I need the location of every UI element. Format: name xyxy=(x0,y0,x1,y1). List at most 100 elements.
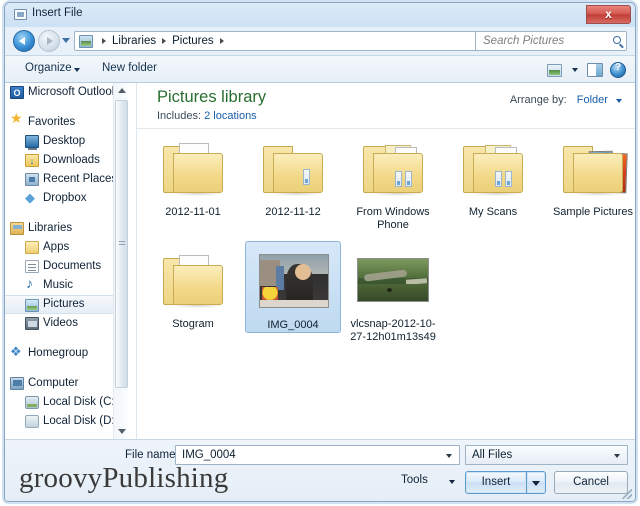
folder-tab-icon xyxy=(303,169,310,185)
sidebar-item-computer[interactable]: Computer xyxy=(5,374,121,393)
breadcrumb-item-pictures[interactable]: Pictures xyxy=(169,35,217,47)
file-type-value: All Files xyxy=(472,449,513,461)
file-thumbnail xyxy=(245,135,341,203)
arrange-label: Arrange by: xyxy=(509,94,567,106)
file-dialog-icon xyxy=(14,9,27,20)
file-name-label: 2012-11-12 xyxy=(265,206,321,218)
documents-icon xyxy=(25,260,39,273)
file-tile[interactable]: IMG_0004 xyxy=(245,241,341,333)
sidebar-scrollbar[interactable] xyxy=(113,83,128,439)
music-icon xyxy=(25,274,39,293)
folder-icon xyxy=(463,143,523,196)
preview-pane-icon[interactable] xyxy=(587,63,603,77)
resize-grip-icon[interactable] xyxy=(622,489,632,499)
breadcrumb-item-libraries[interactable]: Libraries xyxy=(109,35,159,47)
history-dropdown-icon[interactable] xyxy=(62,38,70,43)
sidebar-item-label: Homegroup xyxy=(28,347,89,359)
file-thumbnail xyxy=(545,135,635,203)
title-bar: Insert File x xyxy=(5,3,635,27)
back-button[interactable] xyxy=(13,30,35,52)
sidebar-item-videos[interactable]: Videos xyxy=(5,314,121,333)
sidebar-item-label: Downloads xyxy=(43,154,100,166)
sidebar-item-local-disk-c[interactable]: Local Disk (C:) xyxy=(5,393,121,412)
videos-icon xyxy=(25,317,39,330)
outlook-icon xyxy=(10,84,24,103)
organize-button[interactable]: Organize xyxy=(25,62,72,74)
sidebar-item-label: Documents xyxy=(43,260,102,272)
sidebar-item-dropbox[interactable]: Dropbox xyxy=(5,188,121,208)
help-icon[interactable]: ? xyxy=(610,62,626,78)
folder-front xyxy=(573,153,623,193)
file-tile[interactable]: vlcsnap-2012-10-27-12h01m13s49 xyxy=(345,241,441,343)
local-disk-system-icon xyxy=(25,396,39,409)
folder-tab-icon xyxy=(505,171,512,187)
folder-icon xyxy=(163,143,223,196)
sidebar-item-label: Libraries xyxy=(28,222,73,234)
file-thumbnail xyxy=(345,247,441,315)
change-view-icon[interactable] xyxy=(547,64,562,77)
scroll-down-icon[interactable] xyxy=(114,423,129,439)
search-icon xyxy=(613,36,621,44)
watermark: groovyPublishing xyxy=(19,462,229,494)
new-folder-button[interactable]: New folder xyxy=(102,62,157,74)
file-grid: 2012-11-01 2012-11-12 From Windows Phone My… xyxy=(145,129,635,439)
chevron-right-icon xyxy=(219,38,224,44)
folder-tab-icon xyxy=(395,171,402,187)
sidebar-item-libraries[interactable]: Libraries xyxy=(5,219,121,238)
insert-dropdown-button[interactable] xyxy=(527,471,546,494)
page-title: Pictures library xyxy=(157,88,267,106)
forward-button[interactable] xyxy=(38,30,60,52)
sidebar-item-desktop[interactable]: Desktop xyxy=(5,132,121,151)
address-bar[interactable]: Libraries Pictures xyxy=(74,31,523,51)
search-placeholder: Search Pictures xyxy=(483,35,565,47)
file-name-label: From Windows Phone xyxy=(356,206,430,231)
computer-icon xyxy=(10,377,24,390)
sidebar-item-label: Computer xyxy=(28,377,79,389)
sidebar-item-local-disk-d[interactable]: Local Disk (D:) xyxy=(5,412,121,431)
folder-icon xyxy=(363,143,423,196)
chevron-down-icon[interactable] xyxy=(449,480,455,484)
scroll-up-icon[interactable] xyxy=(114,83,129,99)
includes-label: Includes: xyxy=(157,110,202,122)
sidebar-item-homegroup[interactable]: Homegroup xyxy=(5,342,121,363)
search-input[interactable]: Search Pictures xyxy=(475,31,627,51)
cancel-button[interactable]: Cancel xyxy=(554,471,628,494)
sidebar-item-label: Desktop xyxy=(43,135,86,147)
chevron-right-icon xyxy=(102,38,106,44)
file-thumbnail xyxy=(345,135,441,203)
sidebar-item-music[interactable]: Music xyxy=(5,274,121,295)
sidebar-item-downloads[interactable]: Downloads xyxy=(5,151,121,171)
folder-icon xyxy=(25,241,39,254)
sidebar-item-pictures[interactable]: Pictures xyxy=(5,295,121,314)
sidebar-item-favorites[interactable]: Favorites xyxy=(5,109,121,132)
file-name-label: Stogram xyxy=(172,318,214,330)
arrange-value[interactable]: Folder xyxy=(577,94,608,106)
navigation-tree: Microsoft Outlook Favorites Desktop Downloa… xyxy=(5,83,121,431)
file-tile[interactable]: Stogram xyxy=(145,241,241,331)
sidebar-item-microsoft-outlook[interactable]: Microsoft Outlook xyxy=(5,83,121,103)
sidebar-item-recent-places[interactable]: Recent Places xyxy=(5,170,121,189)
file-tile[interactable]: Sample Pictures xyxy=(545,129,635,219)
chevron-down-icon[interactable] xyxy=(446,454,452,458)
file-tile[interactable]: 2012-11-01 xyxy=(145,129,241,219)
file-tile[interactable]: From Windows Phone xyxy=(345,129,441,231)
insert-button[interactable]: Insert xyxy=(465,471,527,494)
tools-button[interactable]: Tools xyxy=(401,474,428,486)
sidebar-item-documents[interactable]: Documents xyxy=(5,257,121,276)
forward-arrow-icon xyxy=(47,37,53,45)
close-icon: x xyxy=(605,7,612,21)
back-arrow-icon xyxy=(19,37,25,45)
includes-locations-link[interactable]: 2 locations xyxy=(204,110,257,122)
folder-front xyxy=(173,265,223,305)
close-button[interactable]: x xyxy=(586,5,631,24)
file-tile[interactable]: 2012-11-12 xyxy=(245,129,341,219)
file-tile[interactable]: My Scans xyxy=(445,129,541,219)
folder-tab-icon xyxy=(495,171,502,187)
sidebar-item-apps[interactable]: Apps xyxy=(5,238,121,257)
photo-thumbnail xyxy=(259,254,329,308)
desktop-icon xyxy=(25,135,39,150)
nav-group-spacer xyxy=(5,208,121,219)
file-type-select[interactable]: All Files xyxy=(465,445,628,465)
scrollbar-thumb[interactable] xyxy=(115,100,128,388)
chevron-down-icon[interactable] xyxy=(572,68,578,72)
